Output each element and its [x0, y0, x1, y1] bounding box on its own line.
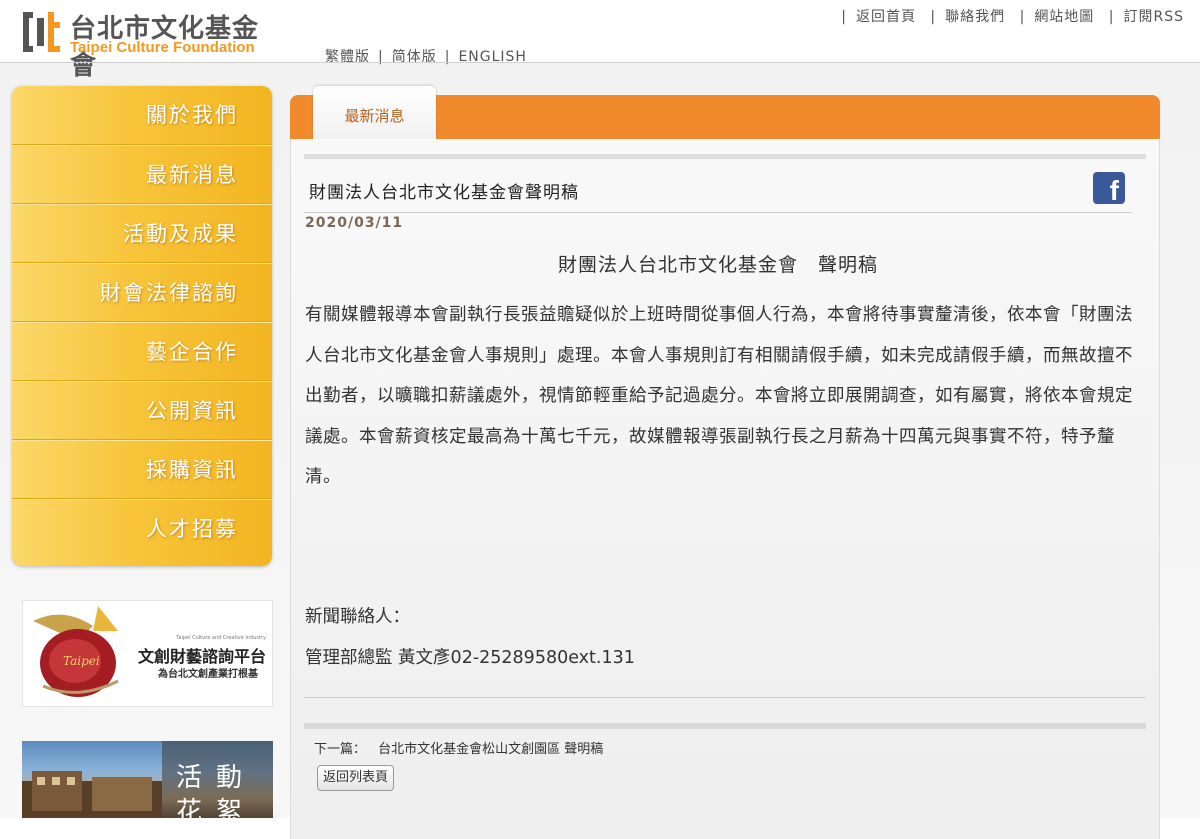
tab-latest-news[interactable]: 最新消息	[313, 86, 436, 139]
logo-text-en: Taipei Culture Foundation	[70, 39, 255, 56]
facebook-icon[interactable]: f	[1093, 172, 1125, 204]
sidebar-item-public-info[interactable]: 公開資訊	[12, 381, 272, 440]
article-heading: 財團法人台北市文化基金會 聲明稿	[557, 254, 878, 276]
svg-text:Taipei: Taipei	[63, 654, 100, 668]
content-top-divider	[304, 154, 1146, 159]
sidebar-item-about[interactable]: 關於我們	[12, 86, 272, 145]
banner-text-box: 活動 花絮	[162, 741, 273, 818]
article-title: 財團法人台北市文化基金會聲明稿	[309, 183, 579, 203]
activities-gallery-banner[interactable]: 活動 花絮	[22, 741, 273, 818]
sidebar-item-recruitment[interactable]: 人才招募	[12, 499, 272, 558]
consult-platform-banner[interactable]: Taipei Taipei Culture and Creative Indus…	[22, 600, 273, 707]
banner-decoration-icon: Taipei	[33, 606, 119, 697]
sidebar-item-partnership[interactable]: 藝企合作	[12, 322, 272, 381]
sidebar-item-news[interactable]: 最新消息	[12, 145, 272, 204]
sidebar-item-legal-consult[interactable]: 財會法律諮詢	[12, 263, 272, 322]
contact-label: 新聞聯絡人：	[305, 607, 410, 627]
banner-text-line1: 活動	[176, 763, 257, 793]
contact-value: 管理部總監 黃文彥02-25289580ext.131	[305, 648, 635, 668]
back-to-list-button[interactable]: 返回列表頁	[317, 765, 395, 791]
banner-text-line2: 花絮	[176, 797, 257, 818]
banner-en-text: Taipei Culture and Creative Industry	[176, 635, 266, 641]
separator: |	[930, 9, 937, 25]
rss-link[interactable]: 訂閱RSS	[1123, 9, 1184, 25]
sidebar-item-procurement[interactable]: 採購資訊	[12, 440, 272, 499]
contact-link[interactable]: 聯絡我們	[945, 9, 1005, 25]
bottom-divider	[304, 697, 1146, 698]
sitemap-link[interactable]: 網站地圖	[1034, 9, 1094, 25]
article-date: 2020/03/11	[305, 215, 404, 231]
logo-mark-icon	[23, 12, 60, 52]
next-article-label: 下一篇：	[314, 742, 367, 757]
banner-subtitle: 為台北文創產業打根基	[158, 669, 258, 680]
next-article-row: 下一篇： 台北市文化基金會松山文創園區 聲明稿	[314, 738, 603, 757]
sidebar-menu: 關於我們 最新消息 活動及成果 財會法律諮詢 藝企合作 公開資訊 採購資訊 人才…	[12, 86, 272, 566]
article-body: 有關媒體報導本會副執行長張益贍疑似於上班時間從事個人行為，本會將待事實釐清後，依…	[305, 305, 1133, 487]
separator: |	[1108, 9, 1115, 25]
site-logo[interactable]: 台北市文化基金會 Taipei Culture Foundation	[20, 6, 280, 81]
separator: |	[841, 9, 847, 25]
separator: |	[1019, 9, 1026, 25]
header-divider	[0, 62, 1200, 63]
title-divider	[304, 212, 1132, 213]
building-image-icon	[22, 771, 162, 818]
top-links: | 返回首頁 | 聯絡我們 | 網站地圖 | 訂閱RSS	[832, 6, 1184, 26]
language-links: 繁體版 | 简体版 | ENGLISH	[325, 46, 527, 66]
bottom-divider-thick	[304, 723, 1146, 729]
home-link[interactable]: 返回首頁	[856, 9, 916, 25]
next-article-link[interactable]: 台北市文化基金會松山文創園區 聲明稿	[378, 742, 603, 757]
sidebar-item-activities[interactable]: 活動及成果	[12, 204, 272, 263]
banner-title: 文創財藝諮詢平台	[137, 647, 266, 666]
